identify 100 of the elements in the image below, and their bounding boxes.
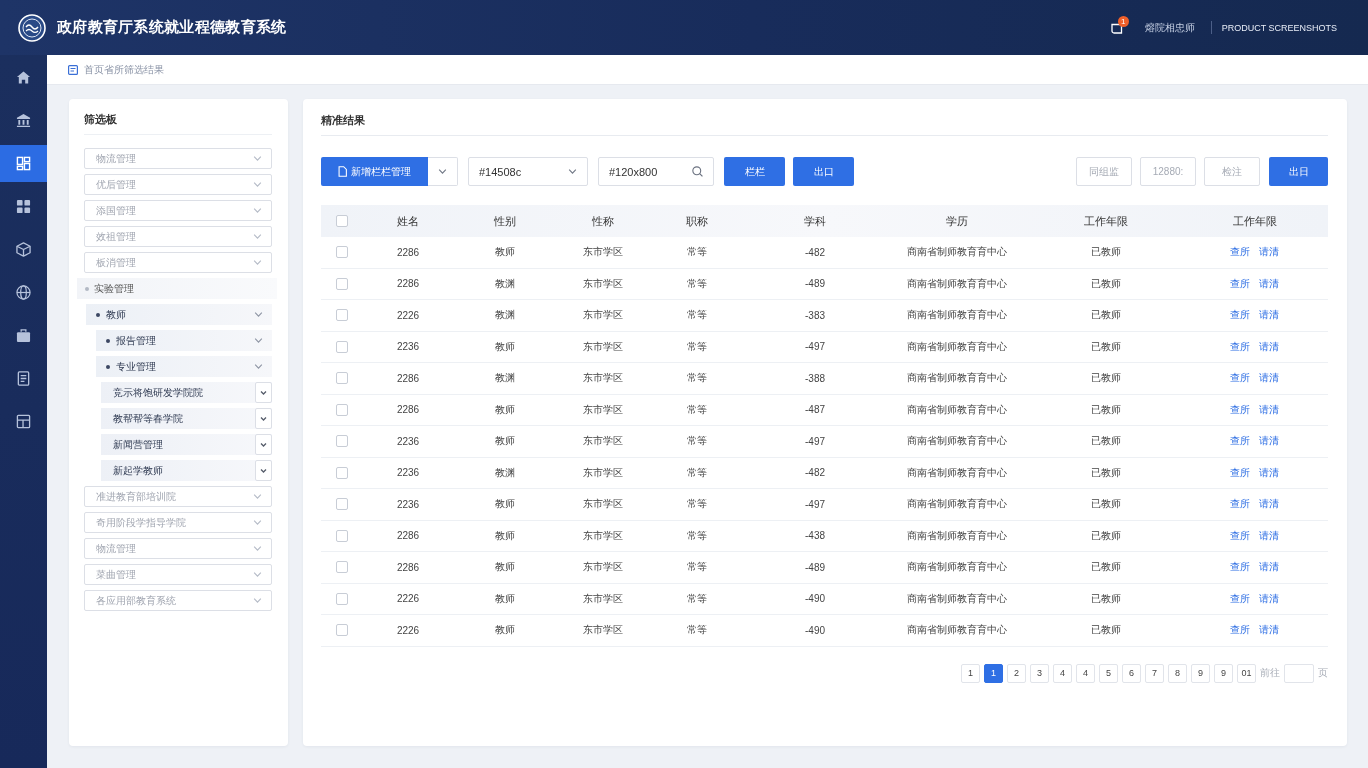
select-field[interactable]: #14508c — [468, 157, 588, 186]
row-action-link[interactable]: 查所 — [1230, 434, 1250, 449]
toolbar-button[interactable]: 出口 — [793, 157, 854, 186]
row-action-link[interactable]: 请清 — [1259, 591, 1279, 606]
sidebar-item[interactable] — [0, 145, 47, 182]
row-action-link[interactable]: 查所 — [1230, 528, 1250, 543]
row-action-link[interactable]: 请清 — [1259, 276, 1279, 291]
tree-item[interactable]: 教帮帮等春学院 — [101, 408, 272, 429]
page-button[interactable]: 4 — [1076, 663, 1095, 683]
checkbox[interactable] — [336, 246, 348, 259]
row-action-link[interactable]: 请清 — [1259, 339, 1279, 354]
page-button[interactable]: 8 — [1168, 663, 1187, 683]
checkbox[interactable] — [336, 592, 348, 605]
checkbox[interactable] — [336, 624, 348, 637]
page-button[interactable]: 3 — [1030, 663, 1049, 683]
table-cell-text: 东市学区 — [582, 245, 624, 260]
page-button[interactable]: 4 — [1053, 663, 1072, 683]
page-button[interactable]: 7 — [1145, 663, 1164, 683]
row-action-link[interactable]: 请清 — [1259, 434, 1279, 449]
checkbox[interactable] — [336, 561, 348, 574]
row-action-link[interactable]: 查所 — [1230, 591, 1250, 606]
checkbox[interactable] — [336, 529, 348, 542]
row-action-link[interactable]: 查所 — [1230, 465, 1250, 480]
page-button[interactable]: 1 — [984, 663, 1003, 683]
page-button[interactable]: 9 — [1191, 663, 1210, 683]
table-cell-text: 常等 — [686, 528, 708, 543]
row-action-link[interactable]: 查所 — [1230, 402, 1250, 417]
table-cell-text: 教渊 — [494, 371, 516, 386]
row-action-link[interactable]: 查所 — [1230, 371, 1250, 386]
checkbox[interactable] — [336, 498, 348, 511]
filter-select[interactable]: 物流管理 — [84, 538, 272, 559]
filter-select[interactable]: 板消管理 — [84, 252, 272, 273]
tree-item[interactable]: 竞示将饱研发学院院 — [101, 382, 272, 403]
row-action-link[interactable]: 请清 — [1259, 560, 1279, 575]
page-button[interactable]: 01 — [1237, 663, 1256, 683]
row-action-link[interactable]: 请清 — [1259, 623, 1279, 638]
chevron-down-icon — [254, 312, 263, 317]
row-action-link[interactable]: 查所 — [1230, 623, 1250, 638]
page-button[interactable]: 5 — [1099, 663, 1118, 683]
row-action-link[interactable]: 查所 — [1230, 497, 1250, 512]
column-header: 工作年限 — [1231, 213, 1278, 229]
filter-select[interactable]: 准进教育部培训院 — [84, 486, 272, 507]
tree-item[interactable]: 新起学教师 — [101, 460, 272, 481]
row-action-link[interactable]: 请清 — [1259, 402, 1279, 417]
filter-select[interactable]: 优后管理 — [84, 174, 272, 195]
table-cell-text: 教师 — [494, 591, 516, 606]
table-cell-text: 常等 — [686, 308, 708, 323]
row-action-link[interactable]: 查所 — [1230, 560, 1250, 575]
checkbox[interactable] — [336, 340, 348, 353]
table-cell-text: 常等 — [686, 465, 708, 480]
row-action-link[interactable]: 请清 — [1259, 465, 1279, 480]
checkbox[interactable] — [336, 277, 348, 290]
row-action-link[interactable]: 查所 — [1230, 308, 1250, 323]
row-action-link[interactable]: 请清 — [1259, 308, 1279, 323]
table-cell-text: -487 — [804, 404, 826, 416]
checkbox[interactable] — [336, 309, 348, 322]
table-cell-text: -482 — [804, 246, 826, 258]
row-action-link[interactable]: 查所 — [1230, 339, 1250, 354]
dropdown-button[interactable] — [428, 157, 458, 186]
filter-select[interactable]: 效祖管理 — [84, 226, 272, 247]
row-action-link[interactable]: 查所 — [1230, 276, 1250, 291]
user-name[interactable]: 熔院相忠师 — [1144, 20, 1195, 35]
filter-select[interactable]: 菜曲管理 — [84, 564, 272, 585]
page-input[interactable] — [1284, 663, 1314, 683]
table-cell-text: -490 — [804, 624, 826, 636]
checkbox[interactable] — [336, 466, 348, 479]
checkbox[interactable] — [336, 372, 348, 385]
row-action-link[interactable]: 查所 — [1230, 245, 1250, 260]
filter-input[interactable]: 同组监 — [1076, 157, 1132, 186]
tree-item[interactable]: 实验管理 — [77, 278, 277, 299]
row-action-link[interactable]: 请清 — [1259, 497, 1279, 512]
export-button[interactable]: 出日 — [1269, 157, 1328, 186]
new-button[interactable]: 新增栏栏管理 — [321, 157, 428, 186]
tree-item[interactable]: 专业管理 — [96, 356, 272, 377]
breadcrumb[interactable]: 首页省所筛选结果 — [84, 62, 164, 77]
search-field[interactable]: #120x800 — [598, 157, 714, 186]
table-cell-text: 2286 — [395, 561, 421, 573]
filter-select[interactable]: 物流管理 — [84, 148, 272, 169]
page-button[interactable]: 1 — [961, 663, 980, 683]
checkbox[interactable] — [336, 435, 348, 448]
chevron-down-icon — [254, 338, 263, 343]
filter-select[interactable]: 奇用阶段学指导学院 — [84, 512, 272, 533]
filter-input[interactable]: 12880: — [1140, 157, 1196, 186]
tree-item[interactable]: 新闻营管理 — [101, 434, 272, 455]
row-action-link[interactable]: 请清 — [1259, 245, 1279, 260]
row-action-link[interactable]: 请清 — [1259, 528, 1279, 543]
row-action-link[interactable]: 请清 — [1259, 371, 1279, 386]
table-cell-text: 东市学区 — [582, 308, 624, 323]
checkbox[interactable] — [336, 403, 348, 416]
column-header: 姓名 — [396, 213, 420, 229]
filter-input[interactable]: 检注 — [1204, 157, 1260, 186]
tree-item[interactable]: 报告管理 — [96, 330, 272, 351]
filter-select[interactable]: 各应用部教育系统 — [84, 590, 272, 611]
filter-select[interactable]: 添国管理 — [84, 200, 272, 221]
page-button[interactable]: 2 — [1007, 663, 1026, 683]
checkbox[interactable] — [336, 215, 348, 227]
page-button[interactable]: 6 — [1122, 663, 1141, 683]
tree-item[interactable]: 教师 — [86, 304, 272, 325]
toolbar-button[interactable]: 栏栏 — [724, 157, 785, 186]
page-button[interactable]: 9 — [1214, 663, 1233, 683]
